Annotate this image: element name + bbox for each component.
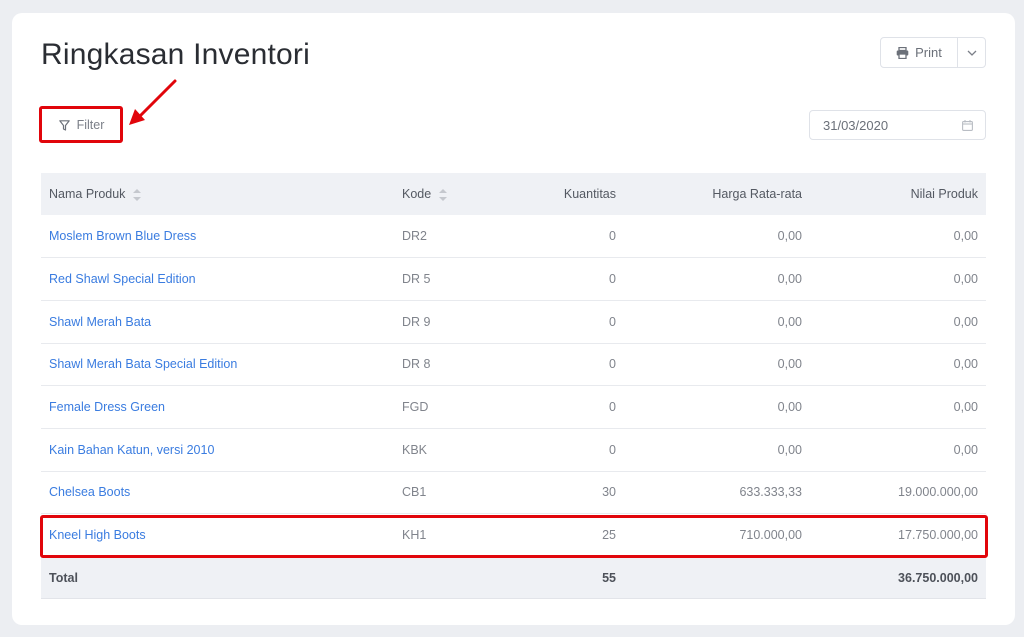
column-header-code[interactable]: Kode [394,173,524,215]
funnel-icon [58,119,70,131]
inventory-table: Nama Produk Kode Kuantitas Harga Rata-ra… [41,173,986,599]
print-dropdown-toggle[interactable] [958,38,985,67]
product-code-cell: FGD [402,400,429,415]
column-header-product-name[interactable]: Nama Produk [41,173,394,215]
product-code-cell: DR2 [402,229,428,244]
product-name-cell: Kneel High Boots [41,514,394,557]
sort-icon[interactable] [133,188,142,201]
chevron-down-icon [967,50,976,56]
product-value-cell: 17.750.000,00 [898,528,978,543]
printer-icon [896,46,909,59]
table-total-row: Total 55 36.750.000,00 [41,556,986,599]
quantity-cell: 30 [602,485,616,500]
sort-icon[interactable] [439,188,448,201]
date-value: 31/03/2020 [823,117,889,133]
table-row: Red Shawl Special Edition DR 5 0 0,00 0,00 [41,258,986,301]
product-link[interactable]: Female Dress Green [49,400,165,414]
quantity-cell: 0 [609,357,616,372]
product-name-cell: Red Shawl Special Edition [41,258,394,301]
product-value-cell: 0,00 [953,442,978,457]
product-name-cell: Moslem Brown Blue Dress [41,215,394,258]
product-name-cell: Chelsea Boots [41,471,394,514]
avg-price-cell: 0,00 [777,442,802,457]
product-link[interactable]: Chelsea Boots [49,485,130,499]
quantity-cell: 0 [609,229,616,244]
avg-price-cell: 633.333,33 [739,485,802,500]
quantity-cell: 0 [609,272,616,287]
product-value-cell: 0,00 [953,314,978,329]
product-value-cell: 0,00 [953,400,978,415]
product-name-cell: Shawl Merah Bata [41,300,394,343]
table-row: Chelsea Boots CB1 30 633.333,33 19.000.000,0… [41,471,986,514]
product-link[interactable]: Shawl Merah Bata Special Edition [49,357,237,371]
product-code-cell: CB1 [402,485,427,500]
product-value-cell: 19.000.000,00 [898,485,978,500]
product-code-cell: KH1 [402,528,427,543]
avg-price-cell: 0,00 [777,400,802,415]
table-row: Shawl Merah Bata Special Edition DR 8 0 0,0… [41,343,986,386]
product-value-cell: 0,00 [953,357,978,372]
product-code-cell: KBK [402,442,428,457]
product-code-cell: DR 5 [402,272,431,287]
product-name-cell: Kain Bahan Katun, versi 2010 [41,428,394,471]
avg-price-cell: 0,00 [777,272,802,287]
column-header-quantity: Kuantitas [563,187,616,201]
column-header-product-value: Nilai Produk [910,187,978,201]
avg-price-cell: 0,00 [777,229,802,244]
table-row: Shawl Merah Bata DR 9 0 0,00 0,00 [41,300,986,344]
print-label: Print [915,45,942,60]
filter-label: Filter [76,118,105,132]
quantity-cell: 0 [609,442,616,457]
quantity-cell: 25 [602,528,616,543]
total-label: Total [49,570,78,585]
column-header-avg-price: Harga Rata-rata [712,187,802,201]
product-link[interactable]: Red Shawl Special Edition [49,272,196,286]
product-code-cell: DR 8 [402,357,431,372]
print-button[interactable]: Print [881,38,958,67]
filter-button[interactable]: Filter [44,111,119,139]
product-link[interactable]: Kain Bahan Katun, versi 2010 [49,443,214,457]
print-button-group: Print [880,37,986,68]
product-name-cell: Shawl Merah Bata Special Edition [41,343,394,386]
calendar-icon[interactable] [962,119,973,131]
avg-price-cell: 710.000,00 [739,528,802,543]
table-header-row: Nama Produk Kode Kuantitas Harga Rata-ra… [41,173,986,215]
product-code-cell: DR 9 [402,314,431,329]
avg-price-cell: 0,00 [777,357,802,372]
avg-price-cell: 0,00 [777,314,802,329]
total-quantity: 55 [602,570,616,585]
quantity-cell: 0 [609,314,616,329]
date-picker-field[interactable]: 31/03/2020 [809,110,986,140]
total-value: 36.750.000,00 [898,570,978,585]
page-title: Ringkasan Inventori [41,38,310,71]
product-name-cell: Female Dress Green [41,386,394,429]
product-link[interactable]: Moslem Brown Blue Dress [49,229,196,243]
quantity-cell: 0 [609,400,616,415]
product-value-cell: 0,00 [953,272,978,287]
product-link[interactable]: Shawl Merah Bata [49,315,151,329]
table-row: Moslem Brown Blue Dress DR2 0 0,00 0,00 [41,215,986,258]
product-value-cell: 0,00 [953,229,978,244]
table-row: Female Dress Green FGD 0 0,00 0,00 [41,386,986,429]
table-row: Kneel High Boots KH1 25 710.000,00 17.750.00… [41,514,986,557]
product-link[interactable]: Kneel High Boots [49,528,146,542]
table-row: Kain Bahan Katun, versi 2010 KBK 0 0,00 0,00 [41,428,986,472]
